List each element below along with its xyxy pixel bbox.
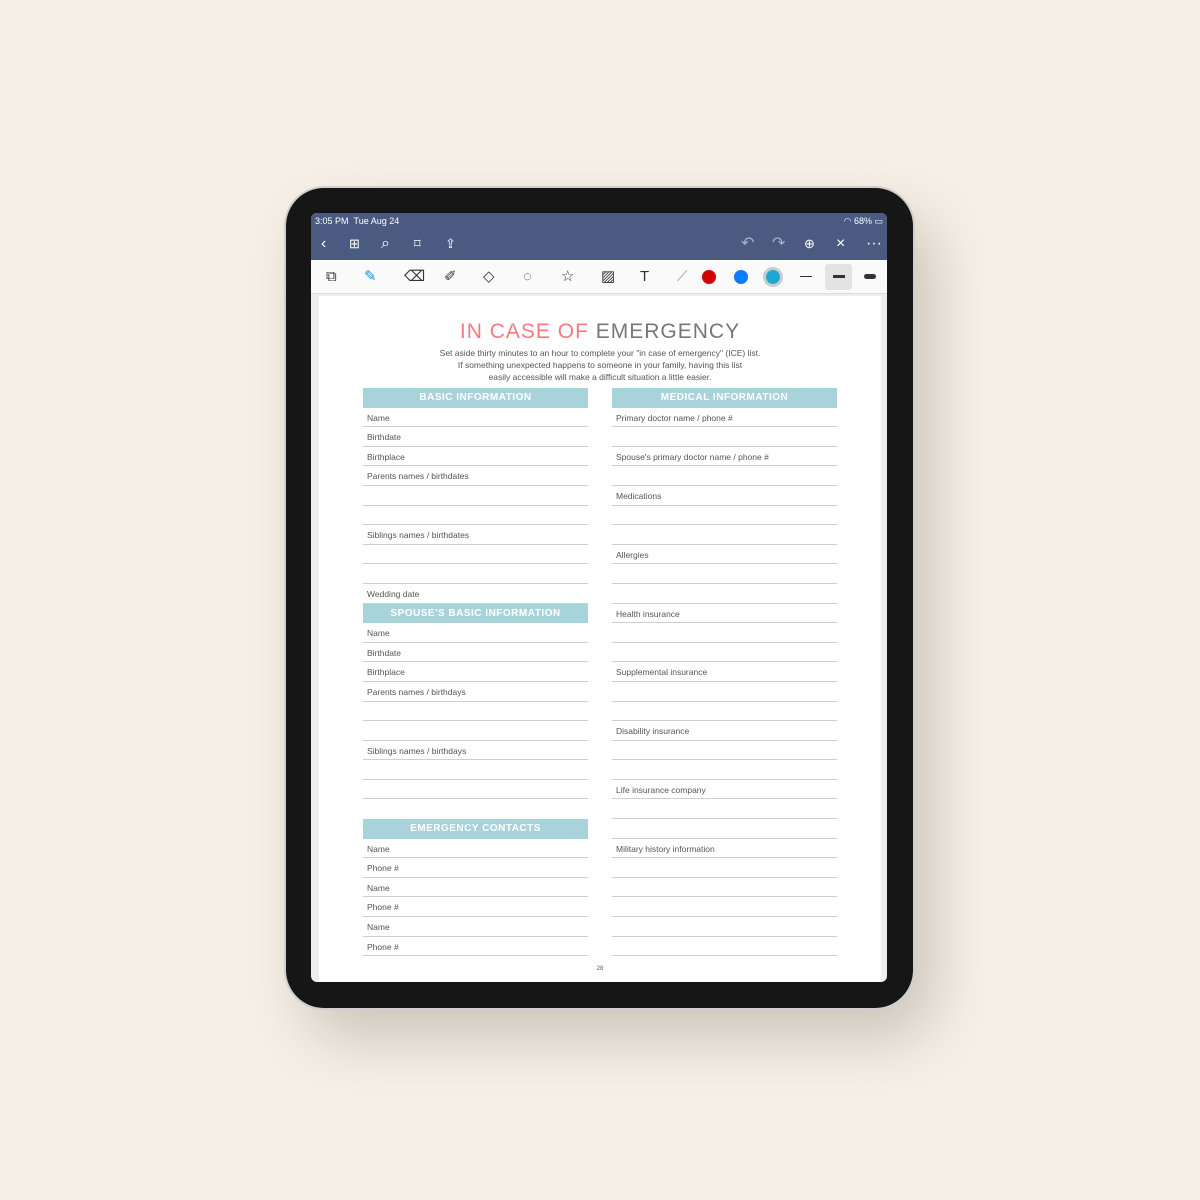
form-field-row[interactable]: Wedding date xyxy=(363,584,588,604)
stroke-thick[interactable] xyxy=(864,274,876,279)
medical-information-section: MEDICAL INFORMATION Primary doctor name /… xyxy=(612,388,837,957)
form-field-row[interactable]: Supplemental insurance xyxy=(612,662,837,682)
page-number: 28 xyxy=(596,966,604,972)
form-field-row[interactable]: Spouse's primary doctor name / phone # xyxy=(612,447,837,467)
form-field-row[interactable] xyxy=(363,506,588,526)
section-header: SPOUSE'S BASIC INFORMATION xyxy=(363,603,588,624)
form-field-row[interactable] xyxy=(612,506,837,526)
form-field-row[interactable]: Phone # xyxy=(363,937,588,957)
shapes-icon[interactable]: ◇ xyxy=(483,268,495,286)
form-field-row[interactable] xyxy=(612,819,837,839)
form-field-row[interactable] xyxy=(612,525,837,545)
form-field-row[interactable] xyxy=(612,623,837,643)
form-field-row[interactable]: Siblings names / birthdays xyxy=(363,741,588,761)
form-field-row[interactable]: Birthdate xyxy=(363,643,588,663)
share-icon[interactable]: ⇪ xyxy=(445,234,456,254)
add-page-icon[interactable]: ⊕ xyxy=(804,234,815,254)
planner-page: IN CASE OF EMERGENCY Set aside thirty mi… xyxy=(319,296,881,982)
image-icon[interactable]: ▨ xyxy=(601,268,615,286)
back-icon[interactable]: ‹ xyxy=(321,234,326,254)
wifi-icon: ◠ xyxy=(843,215,852,226)
form-field-row[interactable] xyxy=(612,564,837,584)
section-header: MEDICAL INFORMATION xyxy=(612,388,837,408)
section-header: BASIC INFORMATION xyxy=(363,388,588,408)
form-field-row[interactable] xyxy=(612,878,837,898)
form-field-row[interactable] xyxy=(612,741,837,761)
form-field-row[interactable] xyxy=(612,682,837,702)
sticker-icon[interactable]: ☆ xyxy=(561,268,574,286)
form-field-row[interactable]: Parents names / birthdates xyxy=(363,466,588,486)
form-field-row[interactable] xyxy=(612,643,837,663)
form-field-row[interactable] xyxy=(612,584,837,604)
form-field-row[interactable]: Name xyxy=(363,623,588,643)
form-field-row[interactable] xyxy=(612,799,837,820)
form-field-row[interactable]: Disability insurance xyxy=(612,721,837,741)
form-field-row[interactable] xyxy=(612,937,837,957)
tool-bar: ⧉ ✎ ⌫ ✐ ◇ ◌ ☆ ▨ T ⟋ xyxy=(311,260,887,294)
form-field-row[interactable]: Birthdate xyxy=(363,427,588,447)
page-title: IN CASE OF EMERGENCY xyxy=(459,320,741,343)
form-field-row[interactable]: Birthplace xyxy=(363,662,588,682)
stroke-medium-selected[interactable] xyxy=(825,264,852,290)
battery-level: 68% xyxy=(853,215,872,226)
form-field-row[interactable]: Name xyxy=(363,408,588,428)
laser-icon[interactable]: ⟋ xyxy=(677,268,688,286)
form-field-row[interactable] xyxy=(363,780,588,800)
form-field-row[interactable] xyxy=(612,760,837,780)
form-field-row[interactable]: Primary doctor name / phone # xyxy=(612,408,837,428)
form-field-row[interactable] xyxy=(612,917,837,937)
form-field-row[interactable]: Phone # xyxy=(363,858,588,878)
search-icon[interactable]: ⌕ xyxy=(381,234,390,254)
undo-icon[interactable]: ↶ xyxy=(741,234,754,254)
form-field-row[interactable]: Military history information xyxy=(612,839,837,859)
status-bar: 3:05 PM Tue Aug 24 ◠ 68% ▭ xyxy=(311,213,887,229)
nav-bar: ‹ ⊞ ⌕ ⌑ ⇪ ↶ ↷ ⊕ × ··· xyxy=(311,229,887,260)
lasso-icon[interactable]: ◌ xyxy=(523,268,532,286)
form-field-row[interactable] xyxy=(363,564,588,584)
pen-icon[interactable]: ✎ xyxy=(364,268,377,286)
form-field-row[interactable]: Allergies xyxy=(612,545,837,565)
redo-icon[interactable]: ↷ xyxy=(772,234,785,254)
form-field-row[interactable] xyxy=(363,545,588,565)
pages-icon[interactable]: ⧉ xyxy=(326,268,337,286)
battery-icon: ▭ xyxy=(874,215,883,226)
form-field-row[interactable]: Name xyxy=(363,839,588,859)
color-red[interactable] xyxy=(702,270,716,284)
form-field-row[interactable] xyxy=(612,897,837,918)
intro-text: Set aside thirty minutes to an hour to c… xyxy=(439,348,761,382)
highlighter-icon[interactable]: ✐ xyxy=(444,268,457,286)
form-field-row[interactable] xyxy=(612,702,837,722)
section-header: EMERGENCY CONTACTS xyxy=(363,819,588,839)
form-field-row[interactable]: Birthplace xyxy=(363,447,588,467)
bookmark-icon[interactable]: ⌑ xyxy=(414,234,421,254)
grid-icon[interactable]: ⊞ xyxy=(349,234,360,254)
eraser-icon[interactable]: ⌫ xyxy=(404,268,425,286)
form-field-row[interactable] xyxy=(363,702,588,722)
form-field-row[interactable]: Parents names / birthdays xyxy=(363,682,588,702)
form-field-row[interactable]: Name xyxy=(363,878,588,898)
close-icon[interactable]: × xyxy=(836,234,845,254)
stroke-thin[interactable] xyxy=(800,276,812,277)
form-field-row[interactable] xyxy=(363,721,588,741)
screen: 3:05 PM Tue Aug 24 ◠ 68% ▭ ‹ ⊞ ⌕ ⌑ ⇪ ↶ ↷… xyxy=(311,213,887,982)
left-column: BASIC INFORMATION Name Birthdate Birthplace… xyxy=(363,388,588,957)
form-field-row[interactable] xyxy=(363,486,588,506)
form-field-row[interactable]: Life insurance company xyxy=(612,780,837,800)
form-field-row[interactable] xyxy=(363,760,588,780)
color-blue[interactable] xyxy=(734,270,748,284)
form-field-row[interactable]: Name xyxy=(363,917,588,937)
form-field-row[interactable]: Siblings names / birthdates xyxy=(363,525,588,545)
form-field-row[interactable]: Phone # xyxy=(363,897,588,918)
color-cyan-selected[interactable] xyxy=(766,270,780,284)
form-field-row[interactable] xyxy=(612,427,837,447)
form-field-row[interactable] xyxy=(612,466,837,486)
more-icon[interactable]: ··· xyxy=(866,234,882,254)
form-field-row[interactable] xyxy=(612,858,837,878)
status-time: 3:05 PM xyxy=(315,216,349,226)
form-field-row[interactable]: Health insurance xyxy=(612,604,837,624)
form-field-row[interactable]: Medications xyxy=(612,486,837,506)
text-icon[interactable]: T xyxy=(640,268,649,286)
status-date: Tue Aug 24 xyxy=(353,216,400,226)
